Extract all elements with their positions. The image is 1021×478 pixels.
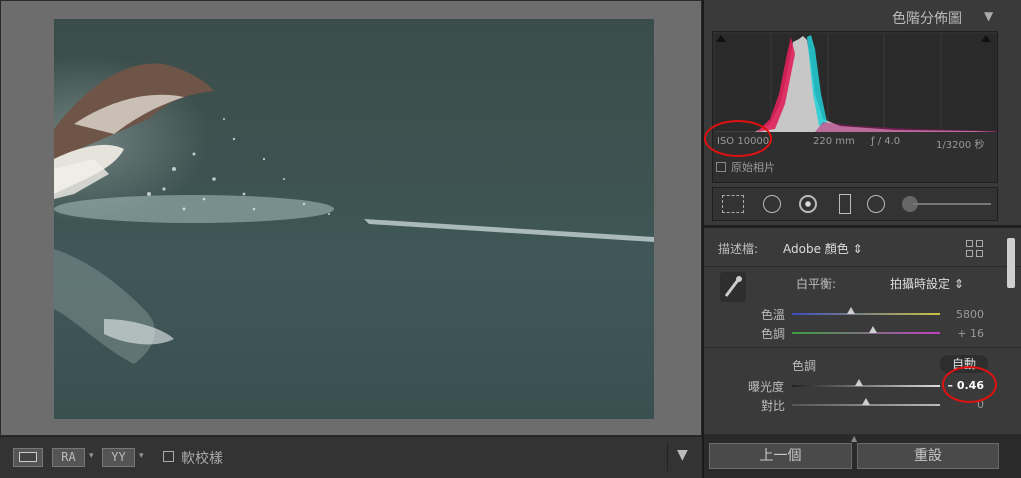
focal-length-value: 220 mm [813,136,855,147]
iso-annotation-circle [704,120,772,157]
exposure-slider[interactable] [792,385,940,387]
tint-label: 色調 [761,327,786,341]
photo-osprey [54,19,654,419]
panel-collapse-icon[interactable]: ▼ [984,9,993,23]
panel-scrollbar[interactable] [1007,238,1015,288]
divider-profile [704,266,1021,267]
profile-select[interactable]: Adobe 顏色 ⇕ [783,240,863,257]
profile-label: 描述檔: [718,242,759,256]
temp-slider-thumb[interactable] [847,307,856,314]
image-viewer[interactable] [0,0,702,436]
divider-wb [704,347,1021,348]
exposure-label: 曝光度 [748,380,785,394]
white-balance-label: 白平衡: [796,277,837,291]
yy-dropdown-icon[interactable]: ▾ [139,451,144,461]
tint-value[interactable]: + 16 [944,327,984,340]
photo-content [54,63,654,364]
aperture-value: ƒ / 4.0 [871,136,901,147]
reset-button[interactable]: 重設 [857,443,999,469]
exposure-annotation-circle [942,366,997,403]
exposure-slider-thumb[interactable] [854,379,863,386]
shutter-value: 1/3200 秒 [936,140,985,151]
yy-compare-button[interactable]: YY [102,448,135,467]
toolbar-divider [667,443,668,471]
radial-filter-icon[interactable] [867,195,885,213]
ra-dropdown-icon[interactable]: ▾ [89,451,94,461]
eyedropper-icon[interactable] [720,272,746,302]
previous-button[interactable]: 上一個 [709,443,852,469]
expand-indicator-icon: ▲ [851,434,858,443]
graduated-filter-icon[interactable] [839,194,851,214]
contrast-slider-thumb[interactable] [862,398,870,405]
profile-browser-icon[interactable] [966,240,984,257]
tint-slider[interactable] [792,332,940,334]
loupe-view-button[interactable] [13,448,43,467]
histogram-box: ISO 10000 220 mm ƒ / 4.0 1/3200 秒 原始相片 [712,31,998,183]
white-balance-select[interactable]: 拍攝時設定 ⇕ [890,275,964,292]
histogram-title: 色階分佈圖 [892,11,962,27]
filmstrip-toolbar: RA ▾ YY ▾ 軟校樣 ▼ [0,436,702,478]
toolbar-menu-icon[interactable]: ▼ [677,447,688,463]
brush-size-slider[interactable] [913,203,991,205]
original-photo-checkbox[interactable] [716,162,726,172]
spot-removal-icon[interactable] [763,195,781,213]
histogram-graph [715,34,997,132]
develop-panel: 色階分佈圖 ▼ ISO 10000 220 mm ƒ / 4.0 1/3200 … [704,0,1021,478]
tint-slider-thumb[interactable] [869,326,878,333]
highlight-clipping-icon[interactable] [981,35,991,42]
soft-proof-checkbox[interactable] [163,451,174,462]
red-eye-icon[interactable] [799,195,817,213]
temp-value[interactable]: 5800 [944,308,984,321]
contrast-label: 對比 [761,399,786,413]
original-photo-label: 原始相片 [731,161,775,174]
tool-strip [712,187,998,221]
loupe-icon [19,452,37,462]
soft-proof-label: 軟校樣 [181,451,223,467]
temp-label: 色溫 [761,308,786,322]
ra-compare-button[interactable]: RA [52,448,85,467]
shadow-clipping-icon[interactable] [716,35,726,42]
crop-tool-icon[interactable] [722,195,744,213]
tone-header: 色調 [792,359,817,373]
panel-separator [704,225,1021,228]
temp-slider[interactable] [792,313,940,315]
